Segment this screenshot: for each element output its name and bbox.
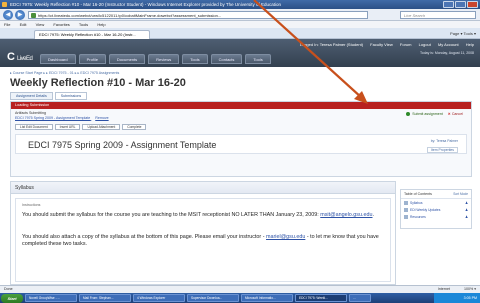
taskbar-item[interactable]: Microsoft Informatio...	[241, 294, 293, 302]
address-bar-row: ◀ ▶ https://ct.liveatedu.com/webct/urw/l…	[0, 9, 480, 21]
msit-email-link[interactable]: msit@angelo.gsu.edu	[320, 212, 372, 218]
menu-view[interactable]: View	[36, 22, 45, 27]
help-link[interactable]: Help	[466, 42, 474, 47]
faculty-view-link[interactable]: Faculty View	[370, 42, 393, 47]
cancel-button[interactable]: Cancel	[448, 112, 463, 116]
syllabus-body: Instructions You should submit the sylla…	[15, 198, 391, 282]
status-bar: Done Internet 100% ▾	[0, 285, 480, 293]
lock-icon	[31, 13, 36, 18]
browser-window: EDCI 7975: Weekly Reflection #10 - Mar 1…	[0, 0, 480, 303]
app-logo: C LiveEd	[7, 51, 33, 63]
search-input[interactable]: Live Search	[400, 11, 476, 19]
status-text: Done	[4, 287, 13, 291]
security-zone: Internet	[437, 287, 450, 291]
submission-panel: Loading Submission Artifacts Submitting …	[10, 101, 472, 177]
browser-icon	[2, 2, 7, 7]
instructions-paragraph-2: You should also attach a copy of the syl…	[22, 234, 379, 247]
address-text: https://ct.liveatedu.com/webct/urw/lc512…	[38, 13, 222, 18]
toc-sort-link[interactable]: Sort Mode	[453, 192, 468, 196]
taskbar-item[interactable]: ...	[349, 294, 371, 302]
app-header: C LiveEd Dashboard Profile Documents Rev…	[0, 39, 480, 67]
clock: 3:05 PM	[463, 296, 477, 300]
instructions-paragraph-1: You should submit the syllabus for the c…	[22, 212, 374, 218]
window-titlebar: EDCI 7975: Weekly Reflection #10 - Mar 1…	[0, 0, 480, 9]
browser-tab[interactable]: EDCI 7975: Weekly Reflection #10 - Mar 1…	[34, 30, 150, 39]
person-icon: ♟	[465, 208, 468, 212]
logout-link[interactable]: Logout	[419, 42, 431, 47]
command-bar[interactable]: Page ▾ Tools ▾	[450, 31, 476, 36]
close-button[interactable]	[467, 1, 478, 8]
window-title: EDCI 7975: Weekly Reflection #10 - Mar 1…	[10, 2, 281, 7]
taskbar: Start Novell GroupWise - ... Mail From: …	[0, 293, 480, 303]
my-account-link[interactable]: My Account	[438, 42, 459, 47]
menu-tools[interactable]: Tools	[79, 22, 88, 27]
user-menu: Logged In: Teresa Palmer (Student) Facul…	[294, 42, 474, 47]
instructor-email-link[interactable]: mariel@gsu.edu	[266, 234, 305, 240]
date-text: Today is: Monday, August 11, 2008	[420, 51, 474, 55]
person-icon: ♟	[465, 215, 468, 219]
menu-bar: File Edit View Favorites Tools Help	[0, 21, 480, 28]
remove-link[interactable]: Remove	[95, 116, 108, 120]
toc-item[interactable]: Resources ♟	[401, 213, 471, 220]
forward-button[interactable]: ▶	[15, 10, 25, 20]
taskbar-item[interactable]: Mail From: Stephan...	[79, 294, 131, 302]
taskbar-item[interactable]: 4 Windows Explorer	[133, 294, 185, 302]
back-button[interactable]: ◀	[3, 10, 13, 20]
syllabus-section: Syllabus Instructions You should submit …	[10, 181, 396, 285]
forum-link[interactable]: Forum	[400, 42, 412, 47]
toc-item[interactable]: Syllabus ♟	[401, 199, 471, 206]
author-byline[interactable]: by: Teresa Palmer	[431, 139, 458, 143]
person-icon: ♟	[465, 201, 468, 205]
tab-submissions[interactable]: Submissions	[54, 92, 88, 100]
syllabus-heading: Syllabus	[11, 182, 395, 194]
page-content: C LiveEd Dashboard Profile Documents Rev…	[0, 39, 480, 285]
logged-in-label: Logged In: Teresa Palmer (Student)	[299, 42, 364, 47]
editor-toolbar: List Edit Document Insert URL Upload Att…	[15, 124, 147, 130]
tab-assignment-details[interactable]: Assignment Details	[10, 92, 53, 100]
nav-tab-profile[interactable]: Profile	[78, 54, 106, 64]
minimize-button[interactable]	[443, 1, 454, 8]
taskbar-item[interactable]: Novell GroupWise - ...	[25, 294, 77, 302]
item-properties-button[interactable]: Item Properties	[427, 147, 458, 153]
complete-button[interactable]: Complete	[122, 124, 147, 130]
instructions-label: Instructions	[22, 203, 41, 207]
menu-edit[interactable]: Edit	[20, 22, 27, 27]
nav-tab-dashboard[interactable]: Dashboard	[40, 54, 76, 64]
zoom-control[interactable]: 100% ▾	[464, 286, 476, 293]
assignment-title-box: EDCI 7975 Spring 2009 - Assignment Templ…	[15, 134, 467, 154]
window-controls	[443, 1, 478, 8]
taskbar-item[interactable]: Supervisor Downloa...	[187, 294, 239, 302]
address-input[interactable]: https://ct.liveatedu.com/webct/urw/lc512…	[28, 11, 368, 19]
nav-tab-reviews[interactable]: Reviews	[148, 54, 180, 64]
menu-file[interactable]: File	[4, 22, 10, 27]
artifact-file-link[interactable]: EDCI 7975 Spring 2009 - Assignment Templ…	[15, 116, 90, 120]
insert-url-button[interactable]: Insert URL	[54, 124, 81, 130]
app-nav: Dashboard Profile Documents Reviews Tool…	[40, 54, 271, 64]
submission-actions: Submit assignment Cancel	[406, 112, 463, 116]
menu-favorites[interactable]: Favorites	[53, 22, 69, 27]
assignment-title: EDCI 7975 Spring 2009 - Assignment Templ…	[28, 140, 217, 150]
system-tray: 3:05 PM	[434, 293, 480, 303]
edit-document-button[interactable]: List Edit Document	[15, 124, 53, 130]
artifact-row: EDCI 7975 Spring 2009 - Assignment Templ…	[15, 116, 109, 120]
table-of-contents: Table of Contents Sort Mode Syllabus ♟ ED…	[400, 189, 472, 229]
tab-bar: EDCI 7975: Weekly Reflection #10 - Mar 1…	[0, 28, 480, 39]
breadcrumb[interactable]: ▸ Course Start Page ▸ ▸ EDCI 7975 - 01 ▸…	[10, 71, 119, 75]
nav-tab-tools[interactable]: Tools	[182, 54, 208, 64]
toc-heading: Table of Contents Sort Mode	[401, 190, 471, 199]
nav-tab-contacts[interactable]: Contacts	[210, 54, 243, 64]
upload-attachment-button[interactable]: Upload Attachment	[82, 124, 121, 130]
menu-help[interactable]: Help	[97, 22, 105, 27]
panel-header: Loading Submission	[11, 102, 471, 109]
nav-tab-documents[interactable]: Documents	[108, 54, 146, 64]
start-button[interactable]: Start	[1, 293, 23, 303]
submit-assignment-button[interactable]: Submit assignment	[406, 112, 443, 116]
toc-item[interactable]: EDI Weekly Updates ♟	[401, 206, 471, 213]
nav-tab-tools-2[interactable]: Tools	[245, 54, 271, 64]
page-title: Weekly Reflection #10 - Mar 16-20	[10, 77, 186, 89]
taskbar-item-active[interactable]: EDCI 7975: Weekl...	[295, 294, 347, 302]
artifacts-label: Artifacts Submitting	[15, 111, 46, 115]
content-tabs: Assignment Details Submissions	[10, 92, 88, 100]
maximize-button[interactable]	[455, 1, 466, 8]
